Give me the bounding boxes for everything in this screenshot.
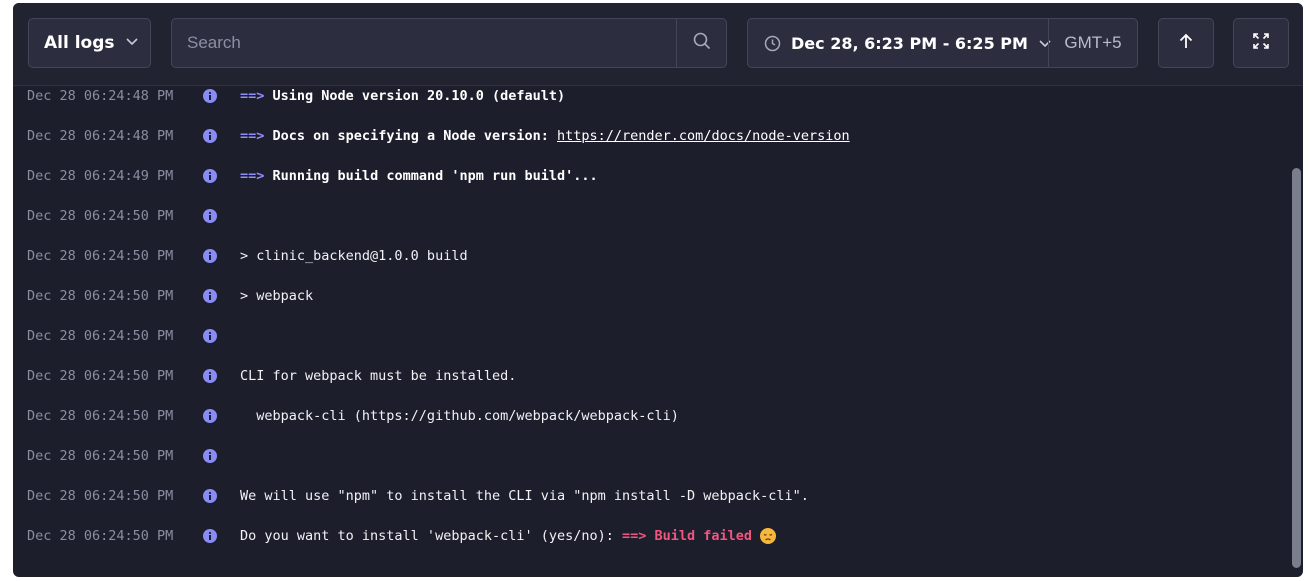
- log-timestamp: Dec 28 06:24:50 PM: [27, 248, 174, 264]
- log-text: Running build command 'npm run build'...: [272, 168, 598, 184]
- info-icon: [203, 89, 217, 103]
- logs-filter-label: All logs: [44, 33, 115, 53]
- log-row: Dec 28 06:24:48 PM ==> Using Node versio…: [13, 86, 1283, 106]
- info-icon: [203, 449, 217, 463]
- log-text: CLI for webpack must be installed.: [240, 368, 517, 384]
- log-timestamp: Dec 28 06:24:50 PM: [27, 488, 174, 504]
- log-list: Dec 28 06:24:48 PM ==> Using Node versio…: [13, 86, 1288, 577]
- log-row: Dec 28 06:24:49 PM ==> Running build com…: [13, 166, 1283, 186]
- log-text: Using Node version 20.10.0 (default): [272, 88, 566, 104]
- info-icon: [203, 369, 217, 383]
- log-prefix: ==>: [240, 168, 265, 184]
- search-box: [171, 18, 727, 68]
- log-message: Do you want to install 'webpack-cli' (ye…: [240, 528, 777, 544]
- log-timestamp: Dec 28 06:24:48 PM: [27, 88, 174, 104]
- log-row: Dec 28 06:24:50 PM: [13, 446, 1283, 466]
- info-icon: [203, 209, 217, 223]
- scroll-to-top-button[interactable]: [1158, 18, 1214, 68]
- log-row: Dec 28 06:24:50 PM CLI for webpack must …: [13, 366, 1283, 386]
- log-timestamp: Dec 28 06:24:50 PM: [27, 368, 174, 384]
- log-row: Dec 28 06:24:50 PM We will use "npm" to …: [13, 486, 1283, 506]
- log-prefix: ==>: [240, 88, 265, 104]
- log-timestamp: Dec 28 06:24:48 PM: [27, 128, 174, 144]
- info-icon: [203, 249, 217, 263]
- timezone-button[interactable]: GMT+5: [1048, 19, 1137, 67]
- log-message: ==> Running build command 'npm run build…: [240, 168, 598, 184]
- logs-filter-dropdown[interactable]: All logs: [28, 18, 151, 68]
- search-button[interactable]: [676, 19, 726, 67]
- log-timestamp: Dec 28 06:24:50 PM: [27, 408, 174, 424]
- log-timestamp: Dec 28 06:24:50 PM: [27, 328, 174, 344]
- info-icon: [203, 169, 217, 183]
- log-text: > webpack: [240, 288, 314, 304]
- log-timestamp: Dec 28 06:24:50 PM: [27, 288, 174, 304]
- logs-toolbar: All logs Dec 28, 6:23 PM - 6:25 PM: [13, 3, 1303, 86]
- log-timestamp: Dec 28 06:24:50 PM: [27, 448, 174, 464]
- fullscreen-icon: [1252, 32, 1270, 54]
- log-row: Dec 28 06:24:50 PM Do you want to instal…: [13, 526, 1283, 546]
- arrow-up-icon: [1177, 32, 1195, 54]
- disappointed-face-icon: [760, 528, 777, 544]
- log-timestamp: Dec 28 06:24:50 PM: [27, 208, 174, 224]
- log-row: Dec 28 06:24:50 PM > webpack: [13, 286, 1283, 306]
- info-icon: [203, 409, 217, 423]
- time-range-dropdown[interactable]: Dec 28, 6:23 PM - 6:25 PM: [748, 19, 1051, 67]
- node-version-docs-link[interactable]: https://render.com/docs/node-version: [557, 128, 850, 144]
- search-icon: [693, 32, 711, 54]
- log-scrollbar-thumb[interactable]: [1292, 168, 1301, 568]
- log-text: webpack-cli (https://github.com/webpack/…: [240, 408, 679, 424]
- log-row: Dec 28 06:24:50 PM: [13, 206, 1283, 226]
- info-icon: [203, 289, 217, 303]
- info-icon: [203, 329, 217, 343]
- log-text: We will use "npm" to install the CLI via…: [240, 488, 809, 504]
- info-icon: [203, 129, 217, 143]
- log-timestamp: Dec 28 06:24:50 PM: [27, 528, 174, 544]
- info-icon: [203, 529, 217, 543]
- log-row: Dec 28 06:24:48 PM ==> Docs on specifyin…: [13, 126, 1283, 146]
- log-row: Dec 28 06:24:50 PM > clinic_backend@1.0.…: [13, 246, 1283, 266]
- time-range-picker: Dec 28, 6:23 PM - 6:25 PM GMT+5: [747, 18, 1138, 68]
- log-text: > clinic_backend@1.0.0 build: [240, 248, 468, 264]
- fullscreen-button[interactable]: [1233, 18, 1289, 68]
- search-input[interactable]: [172, 19, 676, 67]
- log-row: Dec 28 06:24:50 PM webpack-cli (https://…: [13, 406, 1283, 426]
- log-message: ==> Using Node version 20.10.0 (default): [240, 88, 565, 104]
- log-text: Docs on specifying a Node version:: [272, 128, 549, 144]
- logs-panel: All logs Dec 28, 6:23 PM - 6:25 PM: [13, 3, 1303, 577]
- log-message: ==> Docs on specifying a Node version: h…: [240, 128, 850, 144]
- log-timestamp: Dec 28 06:24:49 PM: [27, 168, 174, 184]
- time-range-label: Dec 28, 6:23 PM - 6:25 PM: [791, 33, 1028, 53]
- info-icon: [203, 489, 217, 503]
- log-row: Dec 28 06:24:50 PM: [13, 326, 1283, 346]
- build-failed-status: ==> Build failed: [622, 528, 753, 544]
- log-text: Do you want to install 'webpack-cli' (ye…: [240, 528, 614, 544]
- clock-icon: [764, 35, 781, 52]
- chevron-down-icon: [125, 33, 139, 53]
- log-prefix: ==>: [240, 128, 265, 144]
